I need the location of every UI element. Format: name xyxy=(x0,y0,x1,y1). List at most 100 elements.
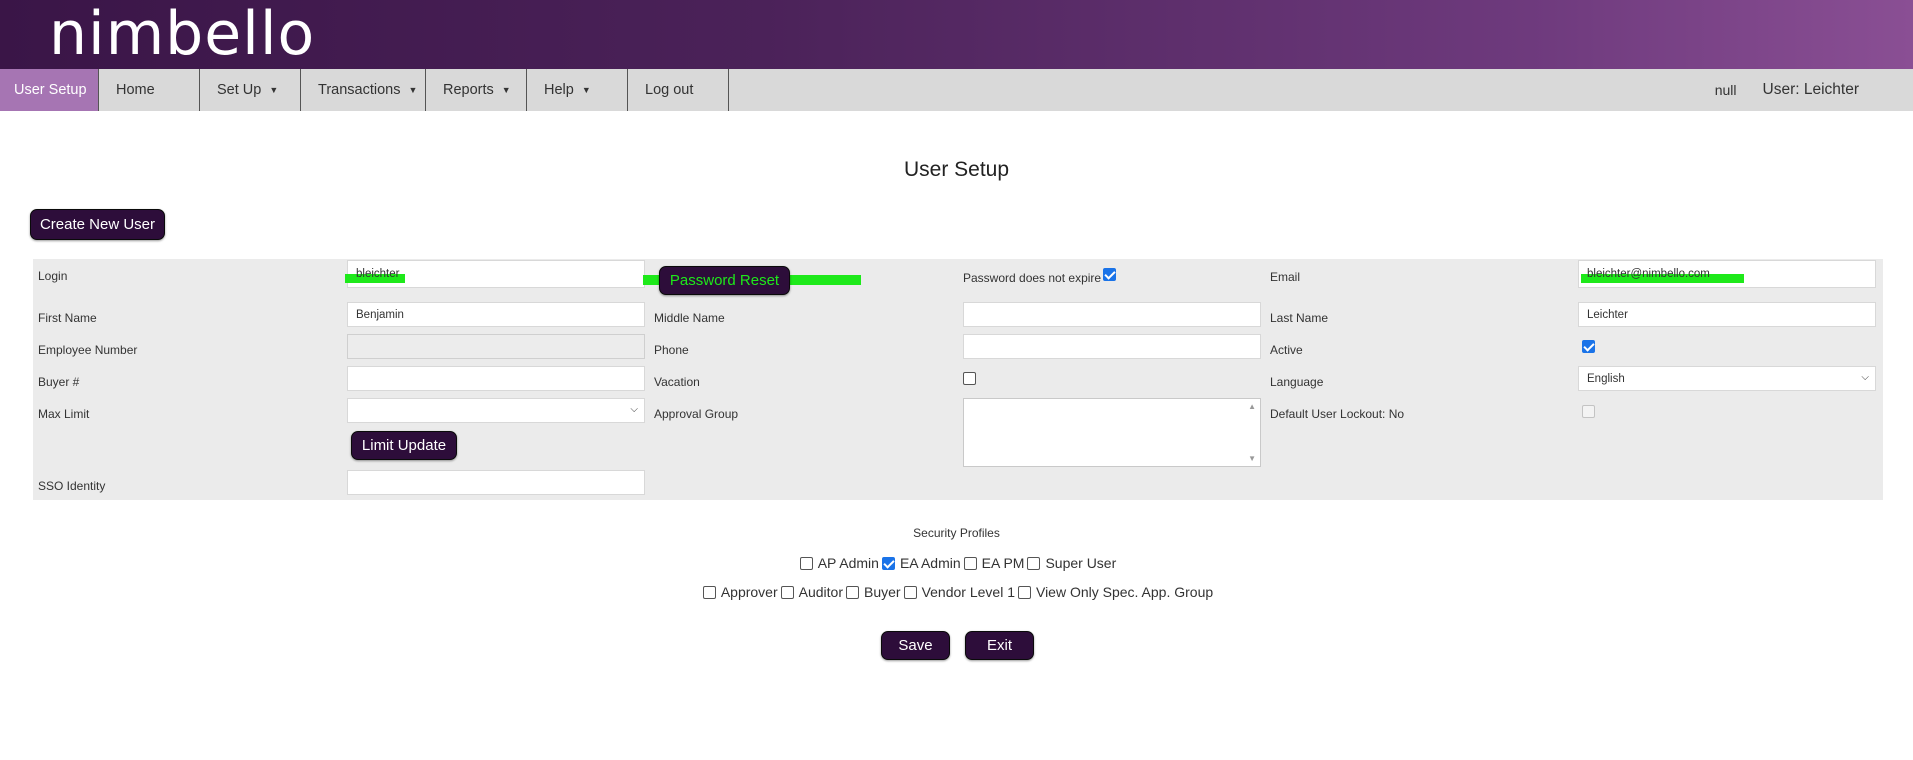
last-name-label: Last Name xyxy=(1270,311,1329,325)
nav-user-area: null User: Leichter xyxy=(1715,69,1913,111)
login-value: bleichter xyxy=(356,268,400,280)
profile-ea-pm-label: EA PM xyxy=(981,555,1025,571)
profile-ea-pm[interactable]: EA PM xyxy=(961,555,1025,571)
profile-super-user-label: Super User xyxy=(1045,555,1117,571)
profile-buyer-label: Buyer xyxy=(864,584,901,600)
chevron-down-icon: ⌵ xyxy=(1861,372,1869,383)
profile-ap-admin-checkbox[interactable] xyxy=(799,556,813,570)
limit-update-button[interactable]: Limit Update xyxy=(351,431,457,460)
nav-current-user: User: Leichter xyxy=(1762,81,1859,98)
employee-number-label: Employee Number xyxy=(38,343,138,357)
caret-down-icon: ▼ xyxy=(501,85,511,95)
buyer-number-label: Buyer # xyxy=(38,375,80,389)
nimbello-logo: nimbello xyxy=(49,0,316,69)
chevron-down-icon: ⌵ xyxy=(630,404,638,415)
caret-down-icon: ▼ xyxy=(581,85,591,95)
profile-ea-admin-label: EA Admin xyxy=(899,555,961,571)
nav-user-setup-label: User Setup xyxy=(14,82,87,98)
active-checkbox[interactable] xyxy=(1582,340,1595,353)
security-profiles-row-1: AP Admin EA Admin EA PM Super User xyxy=(0,553,1913,573)
password-reset-button[interactable]: Password Reset xyxy=(659,266,790,295)
profile-auditor-label: Auditor xyxy=(798,584,843,600)
phone-label: Phone xyxy=(654,343,689,357)
profile-ea-admin[interactable]: EA Admin xyxy=(879,555,961,571)
sso-identity-field[interactable] xyxy=(347,470,645,495)
login-field[interactable]: bleichter xyxy=(347,260,645,288)
sso-identity-label: SSO Identity xyxy=(38,479,106,493)
email-value: bleichter@nimbello.com xyxy=(1587,268,1710,280)
default-lockout-checkbox xyxy=(1582,405,1595,418)
vacation-checkbox[interactable] xyxy=(963,372,976,385)
profile-super-user-checkbox[interactable] xyxy=(1027,556,1041,570)
first-name-label: First Name xyxy=(38,311,97,325)
save-button[interactable]: Save xyxy=(881,631,950,660)
scroll-down-icon[interactable]: ▼ xyxy=(1248,454,1256,463)
security-profiles-row-2: Approver Auditor Buyer Vendor Level 1 Vi… xyxy=(0,582,1913,602)
login-label: Login xyxy=(38,269,68,283)
max-limit-label: Max Limit xyxy=(38,407,90,421)
profile-buyer[interactable]: Buyer xyxy=(843,584,901,600)
profile-ea-pm-checkbox[interactable] xyxy=(963,556,977,570)
profile-ea-admin-checkbox[interactable] xyxy=(881,556,895,570)
profile-view-only-spec[interactable]: View Only Spec. App. Group xyxy=(1015,584,1213,600)
profile-vendor-level-1[interactable]: Vendor Level 1 xyxy=(901,584,1015,600)
language-select[interactable]: English ⌵ xyxy=(1578,366,1876,391)
language-value: English xyxy=(1587,372,1625,385)
exit-button[interactable]: Exit xyxy=(965,631,1034,660)
approval-group-list[interactable]: ▲ ▼ xyxy=(963,398,1261,467)
employee-number-field xyxy=(347,334,645,359)
nav-set-up-label: Set Up xyxy=(217,82,262,98)
profile-ap-admin[interactable]: AP Admin xyxy=(797,555,879,571)
nav-set-up[interactable]: Set Up ▼ xyxy=(200,69,301,111)
profile-approver-checkbox[interactable] xyxy=(702,585,716,599)
buyer-number-field[interactable] xyxy=(347,366,645,391)
default-lockout-label: Default User Lockout: No xyxy=(1270,407,1405,421)
main-nav: User Setup Home Set Up ▼ Transactions ▼ … xyxy=(0,69,1913,111)
nav-help[interactable]: Help ▼ xyxy=(527,69,628,111)
profile-buyer-checkbox[interactable] xyxy=(846,585,859,599)
scroll-up-icon[interactable]: ▲ xyxy=(1248,402,1256,411)
profile-vendor-level-1-label: Vendor Level 1 xyxy=(921,584,1015,600)
profile-view-only-spec-label: View Only Spec. App. Group xyxy=(1035,584,1214,600)
caret-down-icon: ▼ xyxy=(269,85,279,95)
nav-reports[interactable]: Reports ▼ xyxy=(426,69,527,111)
nav-home[interactable]: Home xyxy=(99,69,200,111)
nav-log-out[interactable]: Log out xyxy=(628,69,729,111)
page-title: User Setup xyxy=(903,158,1010,181)
password-no-expire-checkbox[interactable] xyxy=(1103,268,1116,281)
vacation-label: Vacation xyxy=(654,375,700,389)
middle-name-label: Middle Name xyxy=(654,311,725,325)
profile-auditor[interactable]: Auditor xyxy=(778,584,843,600)
header-banner: nimbello xyxy=(0,0,1913,69)
profile-super-user[interactable]: Super User xyxy=(1024,555,1116,571)
security-profiles-title: Security Profiles xyxy=(913,526,1000,540)
approval-group-label: Approval Group xyxy=(654,407,739,421)
nav-user-setup[interactable]: User Setup xyxy=(0,69,99,111)
password-no-expire-label: Password does not expire xyxy=(963,271,1102,285)
nav-home-label: Home xyxy=(116,82,155,98)
active-label: Active xyxy=(1270,343,1303,357)
first-name-field[interactable]: Benjamin xyxy=(347,302,645,327)
profile-ap-admin-label: AP Admin xyxy=(817,555,879,571)
profile-auditor-checkbox[interactable] xyxy=(780,585,794,599)
first-name-value: Benjamin xyxy=(356,308,404,321)
phone-field[interactable] xyxy=(963,334,1261,359)
nav-reports-label: Reports xyxy=(443,82,494,98)
middle-name-field[interactable] xyxy=(963,302,1261,327)
email-label: Email xyxy=(1270,270,1301,284)
nav-log-out-label: Log out xyxy=(645,82,694,98)
create-new-user-button[interactable]: Create New User xyxy=(30,209,165,240)
language-label: Language xyxy=(1270,375,1324,389)
nav-null-text: null xyxy=(1714,82,1737,98)
profile-approver-label: Approver xyxy=(720,584,778,600)
profile-vendor-level-1-checkbox[interactable] xyxy=(903,585,917,599)
profile-view-only-spec-checkbox[interactable] xyxy=(1017,585,1031,599)
nav-help-label: Help xyxy=(544,82,574,98)
nav-transactions[interactable]: Transactions ▼ xyxy=(301,69,426,111)
last-name-field[interactable]: Leichter xyxy=(1578,302,1876,327)
caret-down-icon: ▼ xyxy=(408,85,418,95)
nav-transactions-label: Transactions xyxy=(318,82,401,98)
last-name-value: Leichter xyxy=(1587,308,1628,321)
max-limit-select[interactable]: ⌵ xyxy=(347,398,645,423)
profile-approver[interactable]: Approver xyxy=(700,584,778,600)
